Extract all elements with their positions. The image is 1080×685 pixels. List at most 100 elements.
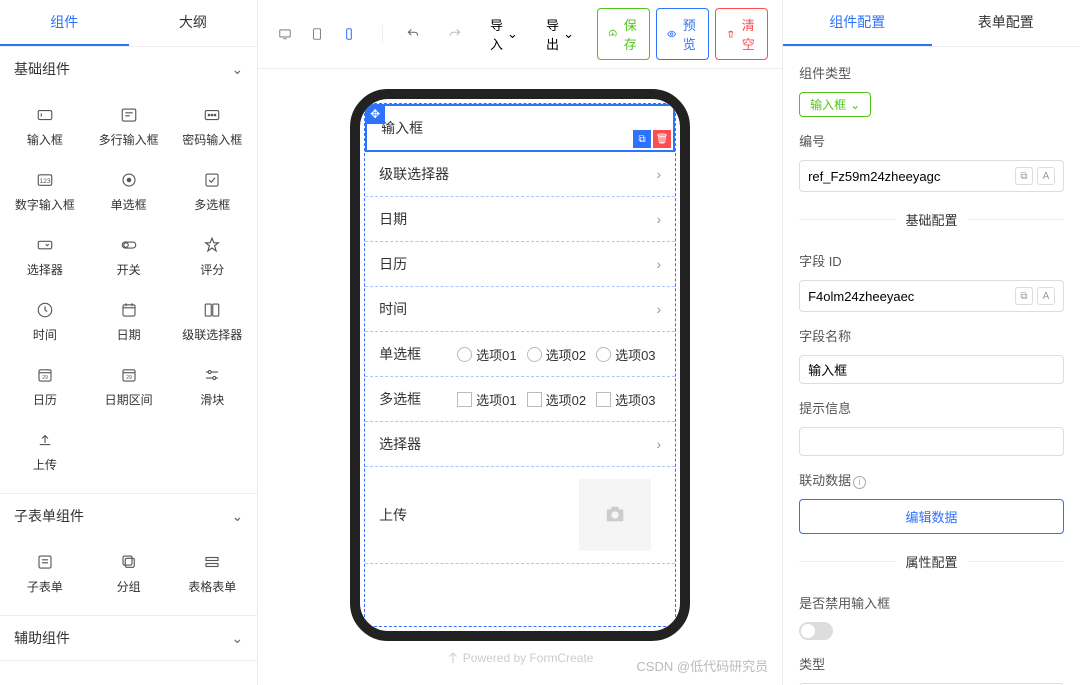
- section-aux: 辅助组件 ⌄: [0, 616, 257, 661]
- comp-tableform[interactable]: 表格表单: [171, 542, 253, 605]
- comp-upload[interactable]: 上传: [4, 420, 86, 483]
- ref-label: 编号: [799, 131, 1064, 150]
- field-id-input-wrap: ⧉ A: [799, 280, 1064, 312]
- device-tablet-button[interactable]: [304, 21, 330, 47]
- form-row-upload[interactable]: 上传: [365, 467, 675, 564]
- tableform-icon: [202, 552, 222, 572]
- preview-button[interactable]: 预览: [656, 8, 709, 60]
- device-desktop-button[interactable]: [272, 21, 298, 47]
- checkbox-option[interactable]: 选项01: [457, 390, 516, 409]
- comp-multiline[interactable]: 多行输入框: [88, 95, 170, 158]
- daterange-icon: 29: [119, 365, 139, 385]
- letter-icon[interactable]: A: [1037, 287, 1055, 305]
- form-row-calendar[interactable]: 日历›: [365, 242, 675, 287]
- checkbox-option[interactable]: 选项03: [596, 390, 655, 409]
- comp-input[interactable]: 输入框: [4, 95, 86, 158]
- form-row-cascader[interactable]: 级联选择器›: [365, 152, 675, 197]
- save-button[interactable]: 保存: [597, 8, 650, 60]
- export-button[interactable]: 导出 ⌄: [535, 8, 585, 60]
- prompt-input[interactable]: [808, 434, 1055, 449]
- copy-icon[interactable]: ⧉: [1015, 287, 1033, 305]
- letter-icon[interactable]: A: [1037, 167, 1055, 185]
- comp-daterange[interactable]: 29 日期区间: [88, 355, 170, 418]
- comp-group[interactable]: 分组: [88, 542, 170, 605]
- checkbox-option[interactable]: 选项02: [527, 390, 586, 409]
- radio-option[interactable]: 选项01: [457, 345, 516, 364]
- tab-component-config[interactable]: 组件配置: [783, 0, 931, 46]
- comp-password[interactable]: 密码输入框: [171, 95, 253, 158]
- comp-label: 日期区间: [105, 391, 153, 408]
- row-label: 时间: [379, 299, 449, 319]
- clear-button[interactable]: 清空: [715, 8, 768, 60]
- row-actions: ⧉ 🗑: [633, 130, 671, 148]
- form-row-select[interactable]: 选择器›: [365, 422, 675, 467]
- comp-radio[interactable]: 单选框: [88, 160, 170, 223]
- comp-checkbox[interactable]: 多选框: [171, 160, 253, 223]
- form-row-input[interactable]: ✥ 输入框 ⧉ 🗑: [365, 104, 675, 152]
- text-input-icon: [35, 105, 55, 125]
- comp-switch[interactable]: 开关: [88, 225, 170, 288]
- attr-cfg-divider: 属性配置: [799, 552, 1064, 571]
- field-name-label: 字段名称: [799, 326, 1064, 345]
- option-label: 选项01: [476, 390, 516, 409]
- comp-label: 密码输入框: [182, 131, 242, 148]
- edit-data-button[interactable]: 编辑数据: [799, 499, 1064, 534]
- radio-option[interactable]: 选项03: [596, 345, 655, 364]
- section-aux-header[interactable]: 辅助组件 ⌄: [0, 616, 257, 660]
- comp-label: 日历: [33, 391, 57, 408]
- redo-button[interactable]: [437, 20, 473, 48]
- section-subform: 子表单组件 ⌄ 子表单 分组 表格表单: [0, 494, 257, 616]
- delete-row-button[interactable]: 🗑: [653, 130, 671, 148]
- comp-select[interactable]: 选择器: [4, 225, 86, 288]
- form-canvas[interactable]: ✥ 输入框 ⧉ 🗑 级联选择器› 日期› 日历› 时间 › 单选框 选项01 选项…: [364, 103, 676, 627]
- field-name-input[interactable]: [808, 362, 1055, 377]
- tab-outline[interactable]: 大纲: [129, 0, 258, 46]
- form-row-checkbox[interactable]: 多选框 选项01 选项02 选项03: [365, 377, 675, 422]
- type-value-pill[interactable]: 输入框⌄: [799, 92, 871, 117]
- comp-rate[interactable]: 评分: [171, 225, 253, 288]
- chevron-right-icon: ›: [656, 301, 661, 317]
- copy-icon[interactable]: ⧉: [1015, 167, 1033, 185]
- device-mobile-button[interactable]: [336, 21, 362, 47]
- field-id-suffix: ⧉ A: [1015, 287, 1055, 305]
- copy-row-button[interactable]: ⧉: [633, 130, 651, 148]
- comp-date[interactable]: 日期: [88, 290, 170, 353]
- comp-time[interactable]: 时间: [4, 290, 86, 353]
- form-row-time[interactable]: 时间 ›: [365, 287, 675, 332]
- upload-placeholder[interactable]: [579, 479, 651, 551]
- field-name-input-wrap: [799, 355, 1064, 384]
- comp-label: 多选框: [194, 196, 230, 213]
- field-id-input[interactable]: [808, 289, 1015, 304]
- option-label: 选项01: [476, 345, 516, 364]
- radio-option[interactable]: 选项02: [527, 345, 586, 364]
- clock-icon: [35, 300, 55, 320]
- comp-cascader[interactable]: 级联选择器: [171, 290, 253, 353]
- number-icon: 123: [35, 170, 55, 190]
- left-panel: 组件 大纲 基础组件 ⌄ 输入框 多行输入框 密码输入框 123数字输入框 单选…: [0, 0, 258, 685]
- form-row-radio[interactable]: 单选框 选项01 选项02 选项03: [365, 332, 675, 377]
- multiline-icon: [119, 105, 139, 125]
- comp-subform[interactable]: 子表单: [4, 542, 86, 605]
- ref-suffix: ⧉ A: [1015, 167, 1055, 185]
- config-body: 组件类型 输入框⌄ 编号 ⧉ A 基础配置 字段 ID ⧉ A 字段名称 提示信…: [783, 47, 1080, 685]
- import-button[interactable]: 导入 ⌄: [479, 8, 529, 60]
- section-basic: 基础组件 ⌄ 输入框 多行输入框 密码输入框 123数字输入框 单选框 多选框 …: [0, 47, 257, 494]
- comp-calendar[interactable]: 29日历: [4, 355, 86, 418]
- form-row-date[interactable]: 日期›: [365, 197, 675, 242]
- chevron-right-icon: ›: [656, 436, 661, 452]
- undo-button[interactable]: [395, 20, 431, 48]
- tab-form-config[interactable]: 表单配置: [932, 0, 1080, 46]
- move-handle-icon[interactable]: ✥: [365, 104, 385, 124]
- info-icon[interactable]: i: [853, 476, 866, 489]
- section-subform-header[interactable]: 子表单组件 ⌄: [0, 494, 257, 538]
- radio-icon: [457, 347, 472, 362]
- linked-label: 联动数据i: [799, 470, 1064, 489]
- ref-input[interactable]: [808, 169, 1015, 184]
- section-basic-header[interactable]: 基础组件 ⌄: [0, 47, 257, 91]
- comp-slider[interactable]: 滑块: [171, 355, 253, 418]
- comp-label: 表格表单: [188, 578, 236, 595]
- comp-number[interactable]: 123数字输入框: [4, 160, 86, 223]
- disabled-switch[interactable]: [799, 622, 833, 640]
- tab-components[interactable]: 组件: [0, 0, 129, 46]
- chevron-down-icon: ⌄: [850, 98, 860, 112]
